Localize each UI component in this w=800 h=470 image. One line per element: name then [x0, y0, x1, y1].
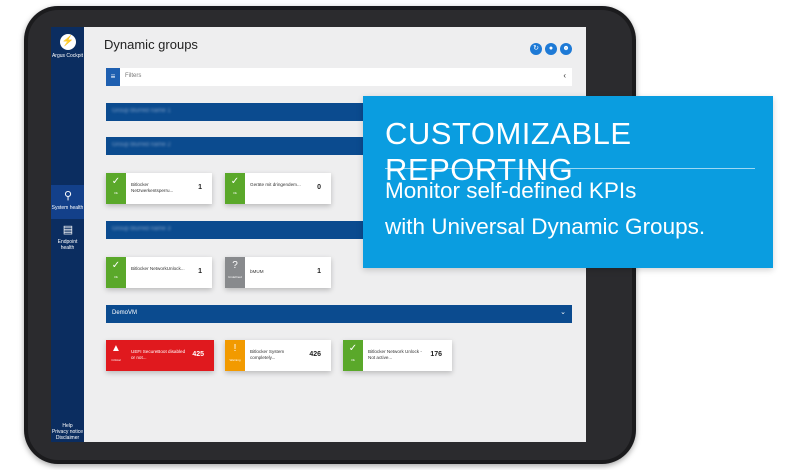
- kpi-label: Geräte mit dringendem...: [250, 182, 301, 187]
- banner-divider: [385, 168, 755, 169]
- kpi-card[interactable]: ✓ Ok Bitlocker NetworkUnlock... 1: [106, 257, 212, 288]
- group-name: Group blurred name 3: [112, 226, 171, 232]
- check-icon: ✓: [111, 176, 121, 187]
- status-badge: ! Warning: [225, 340, 245, 371]
- kpi-label: Bitlocker NetworkUnlock...: [131, 266, 185, 271]
- kpi-label: bMUM: [250, 269, 264, 274]
- group-header[interactable]: DemoVM ⌄: [106, 305, 572, 323]
- group-name: DemoVM: [112, 310, 138, 316]
- status-badge: ✓ Ok: [343, 340, 363, 371]
- kpi-value: 1: [198, 184, 202, 191]
- kpi-label: Bitlocker System completely...: [250, 349, 285, 360]
- status-badge: ▲ Critical: [106, 340, 126, 371]
- disclaimer-link[interactable]: Disclaimer: [51, 435, 84, 441]
- document-icon: ▤: [62, 224, 74, 236]
- banner-subtitle-line2: with Universal Dynamic Groups.: [385, 214, 706, 239]
- kpi-value: 176: [430, 351, 442, 358]
- status-badge: ? Undefined: [225, 257, 245, 288]
- group-name: Group blurred name 2: [112, 142, 171, 148]
- warning-triangle-icon: ▲: [111, 343, 121, 354]
- kpi-card[interactable]: ? Undefined bMUM 1: [225, 257, 331, 288]
- warning-circle-icon: !: [233, 343, 237, 354]
- filter-bar[interactable]: ≡ Filters ‹: [106, 68, 572, 86]
- kpi-card[interactable]: ▲ Critical UEFI SecureBoot disabled or n…: [106, 340, 214, 371]
- check-icon: ✓: [230, 176, 240, 187]
- kpi-value: 0: [317, 184, 321, 191]
- group-name: Group blurred name 1: [112, 108, 171, 114]
- check-icon: ✓: [111, 260, 121, 271]
- status-badge: ✓ Ok: [225, 173, 245, 204]
- kpi-card[interactable]: ✓ Ok Bitlocker Netzwerkentsperru... 1: [106, 173, 212, 204]
- kpi-value: 425: [192, 351, 204, 358]
- kpi-card[interactable]: ✓ Ok Geräte mit dringendem... 0: [225, 173, 331, 204]
- sidebar: ⚡ Argus Cockpit ⚲ System health ▤ Endpoi…: [51, 27, 84, 442]
- kpi-value: 426: [309, 351, 321, 358]
- chevron-down-icon[interactable]: ⌄: [560, 308, 566, 316]
- check-icon: ✓: [348, 343, 358, 354]
- notification-icon[interactable]: ●: [545, 43, 557, 55]
- kpi-label: Bitlocker Network Unlock - Not active...: [368, 349, 422, 360]
- kpi-value: 1: [198, 268, 202, 275]
- sidebar-item-system-health[interactable]: System health: [51, 205, 84, 211]
- kpi-card[interactable]: ! Warning Bitlocker System completely...…: [225, 340, 331, 371]
- kpi-label: Bitlocker Netzwerkentsperru...: [131, 182, 174, 193]
- question-icon: ?: [232, 260, 238, 271]
- filter-placeholder: Filters: [125, 73, 142, 79]
- sidebar-item-endpoint-health[interactable]: Endpoint health: [51, 239, 84, 251]
- banner-subtitle-line1: Monitor self-defined KPIs: [385, 178, 637, 203]
- app-logo-icon[interactable]: ⚡: [60, 34, 76, 50]
- kpi-card[interactable]: ✓ Ok Bitlocker Network Unlock - Not acti…: [343, 340, 452, 371]
- filter-icon[interactable]: ≡: [106, 68, 120, 86]
- chevron-left-icon[interactable]: ‹: [563, 71, 566, 80]
- kpi-value: 1: [317, 268, 321, 275]
- status-badge: ✓ Ok: [106, 257, 126, 288]
- user-icon[interactable]: ☻: [560, 43, 572, 55]
- refresh-icon[interactable]: ↻: [530, 43, 542, 55]
- status-badge: ✓ Ok: [106, 173, 126, 204]
- kpi-label: UEFI SecureBoot disabled or not...: [131, 349, 186, 360]
- app-name: Argus Cockpit: [51, 53, 84, 59]
- search-icon: ⚲: [63, 190, 73, 202]
- header-actions: ↻ ● ☻: [527, 37, 572, 55]
- page-title: Dynamic groups: [104, 37, 198, 52]
- promo-banner: CUSTOMIZABLE REPORTING Monitor self-defi…: [363, 96, 773, 268]
